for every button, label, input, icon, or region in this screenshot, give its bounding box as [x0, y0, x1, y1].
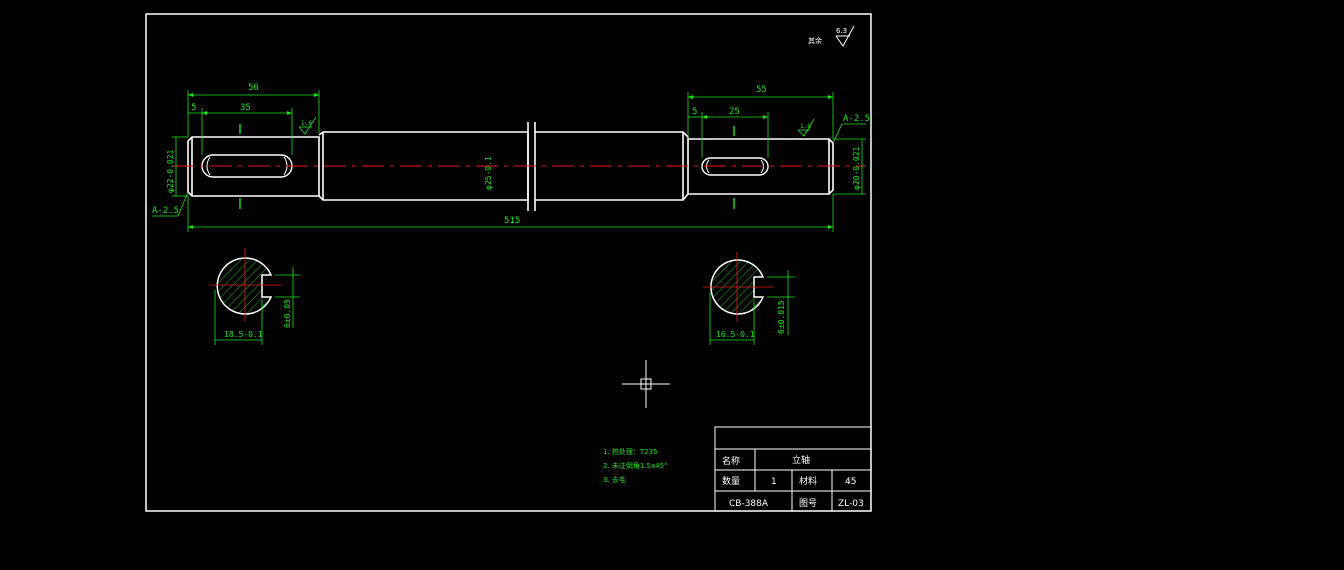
chamfer-right-mark: A-2.5 — [843, 114, 870, 124]
section-left-depth: 18.5-0.1 — [224, 330, 263, 339]
section-view-left: 18.5-0.1 6±0.05 — [210, 248, 300, 345]
title-material-value: 45 — [845, 477, 856, 487]
surface-finish-label: 其余 — [808, 36, 822, 45]
dimension-lines — [152, 90, 866, 232]
cad-drawing-canvas[interactable]: 其余 6.3 50 35 5 55 25 5 515 φ22-0.021 φ25… — [0, 0, 1344, 570]
surface-finish-value: 6.3 — [836, 27, 847, 35]
roughness-left: 1.6 — [301, 120, 312, 127]
title-drawing-no-value: ZL-03 — [838, 499, 864, 509]
chamfer-left-mark: A-2.5 — [152, 206, 179, 216]
title-qty-value: 1 — [771, 477, 777, 487]
roughness-right: 1.6 — [800, 123, 811, 130]
dim-right-key-inner: 25 — [729, 107, 740, 117]
section-left-width: 6±0.05 — [283, 299, 292, 328]
dim-left-diameter: φ22-0.021 — [166, 149, 175, 193]
title-drawing-code: CB-388A — [729, 499, 769, 509]
surface-finish-symbol: 其余 6.3 — [808, 25, 855, 47]
dim-left-key-length: 50 — [248, 83, 259, 93]
crosshair-cursor-icon — [622, 360, 670, 408]
dim-right-offset: 5 — [692, 107, 697, 117]
title-drawing-no-label: 图号 — [799, 498, 817, 509]
dim-left-offset: 5 — [191, 103, 196, 113]
title-qty-label: 数量 — [722, 475, 740, 487]
section-right-depth: 16.5-0.1 — [716, 330, 755, 339]
title-material-label: 材料 — [799, 475, 817, 487]
dim-right-diameter: φ20-0.021 — [852, 146, 861, 190]
dim-mid-diameter: φ25-0.1 — [484, 156, 493, 190]
note-1: 1. 热处理：T235 — [603, 447, 658, 456]
shaft-outline — [187, 122, 834, 211]
section-right-width: 6±0.015 — [777, 300, 786, 334]
note-2: 2. 未注倒角1.5x45° — [603, 461, 668, 470]
dim-total-length: 515 — [504, 216, 520, 226]
technical-notes: 1. 热处理：T235 2. 未注倒角1.5x45° 3. 去毛 — [603, 447, 668, 484]
dim-right-key-length: 55 — [756, 85, 767, 95]
note-3: 3. 去毛 — [603, 475, 626, 484]
title-name-label: 名称 — [722, 455, 740, 467]
title-name-value: 立轴 — [792, 454, 810, 466]
section-view-right: 16.5-0.1 6±0.015 — [703, 252, 795, 345]
dim-left-key-inner: 35 — [240, 103, 251, 113]
